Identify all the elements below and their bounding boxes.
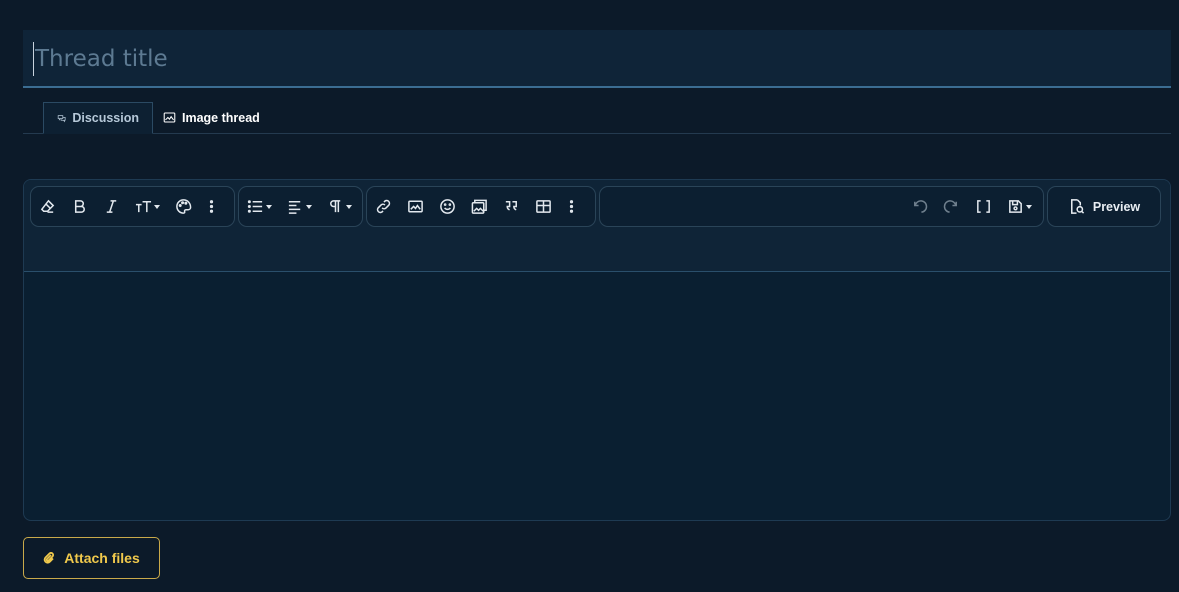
quote-button[interactable] bbox=[495, 191, 527, 223]
redo-button[interactable] bbox=[935, 191, 967, 223]
rich-text-editor[interactable]: Preview bbox=[23, 179, 1171, 521]
paperclip-icon bbox=[43, 552, 55, 564]
toolbar-group-paragraph bbox=[238, 186, 363, 227]
chevron-down-icon bbox=[305, 204, 312, 209]
thread-title-container bbox=[23, 30, 1171, 88]
clear-format-icon bbox=[40, 199, 54, 213]
more-insert-options-button[interactable] bbox=[559, 191, 583, 223]
undo-button[interactable] bbox=[903, 191, 935, 223]
toolbar-group-text bbox=[30, 186, 235, 227]
paragraph-button[interactable] bbox=[319, 191, 359, 223]
smile-icon bbox=[439, 199, 455, 214]
insert-table-button[interactable] bbox=[527, 191, 559, 223]
link-icon bbox=[376, 199, 390, 214]
quote-icon bbox=[505, 201, 517, 211]
attach-files-button[interactable]: Attach files bbox=[23, 537, 160, 579]
chevron-down-icon bbox=[345, 204, 352, 209]
paragraph-icon bbox=[329, 200, 340, 213]
bold-button[interactable] bbox=[63, 191, 95, 223]
drafts-button[interactable] bbox=[999, 191, 1039, 223]
toolbar-group-actions bbox=[599, 186, 1044, 227]
link-button[interactable] bbox=[367, 191, 399, 223]
undo-icon bbox=[913, 200, 927, 213]
insert-media-button[interactable] bbox=[463, 191, 495, 223]
toolbar-group-insert bbox=[366, 186, 596, 227]
clear-format-button[interactable] bbox=[31, 191, 63, 223]
bold-icon bbox=[74, 200, 85, 213]
toggle-bbcode-button[interactable] bbox=[967, 191, 999, 223]
italic-icon bbox=[106, 200, 116, 213]
list-button[interactable] bbox=[239, 191, 279, 223]
thread-type-tabs: Discussion Image thread bbox=[23, 100, 1171, 134]
italic-button[interactable] bbox=[95, 191, 127, 223]
chevron-down-icon bbox=[265, 204, 272, 209]
chevron-down-icon bbox=[1025, 204, 1032, 209]
image-icon bbox=[407, 200, 423, 213]
align-button[interactable] bbox=[279, 191, 319, 223]
redo-icon bbox=[943, 200, 957, 213]
align-left-icon bbox=[288, 201, 300, 214]
chevron-down-icon bbox=[153, 204, 160, 209]
table-icon bbox=[535, 200, 551, 213]
thread-title-input[interactable] bbox=[33, 42, 1157, 76]
editor-content-area[interactable] bbox=[24, 272, 1170, 520]
editor-toolbar: Preview bbox=[24, 180, 1170, 272]
more-vertical-icon bbox=[569, 200, 573, 213]
smilies-button[interactable] bbox=[431, 191, 463, 223]
preview-label: Preview bbox=[1092, 199, 1141, 214]
color-button[interactable] bbox=[167, 191, 199, 223]
tab-discussion[interactable]: Discussion bbox=[43, 102, 153, 134]
tab-image-thread-label: Image thread bbox=[182, 110, 260, 125]
preview-button[interactable]: Preview bbox=[1047, 186, 1161, 227]
preview-icon bbox=[1070, 199, 1084, 214]
chat-bubbles-icon bbox=[57, 114, 66, 122]
insert-image-button[interactable] bbox=[399, 191, 431, 223]
tab-image-thread[interactable]: Image thread bbox=[153, 102, 273, 133]
text-size-icon bbox=[135, 201, 151, 213]
text-size-button[interactable] bbox=[127, 191, 167, 223]
list-icon bbox=[247, 200, 262, 213]
attach-files-label: Attach files bbox=[64, 550, 140, 566]
image-icon bbox=[163, 112, 176, 123]
save-draft-icon bbox=[1008, 200, 1022, 213]
brackets-icon bbox=[976, 200, 990, 213]
tab-discussion-label: Discussion bbox=[72, 111, 139, 125]
more-text-options-button[interactable] bbox=[199, 191, 223, 223]
more-vertical-icon bbox=[209, 200, 213, 213]
palette-icon bbox=[175, 199, 191, 214]
media-icon bbox=[471, 199, 487, 214]
